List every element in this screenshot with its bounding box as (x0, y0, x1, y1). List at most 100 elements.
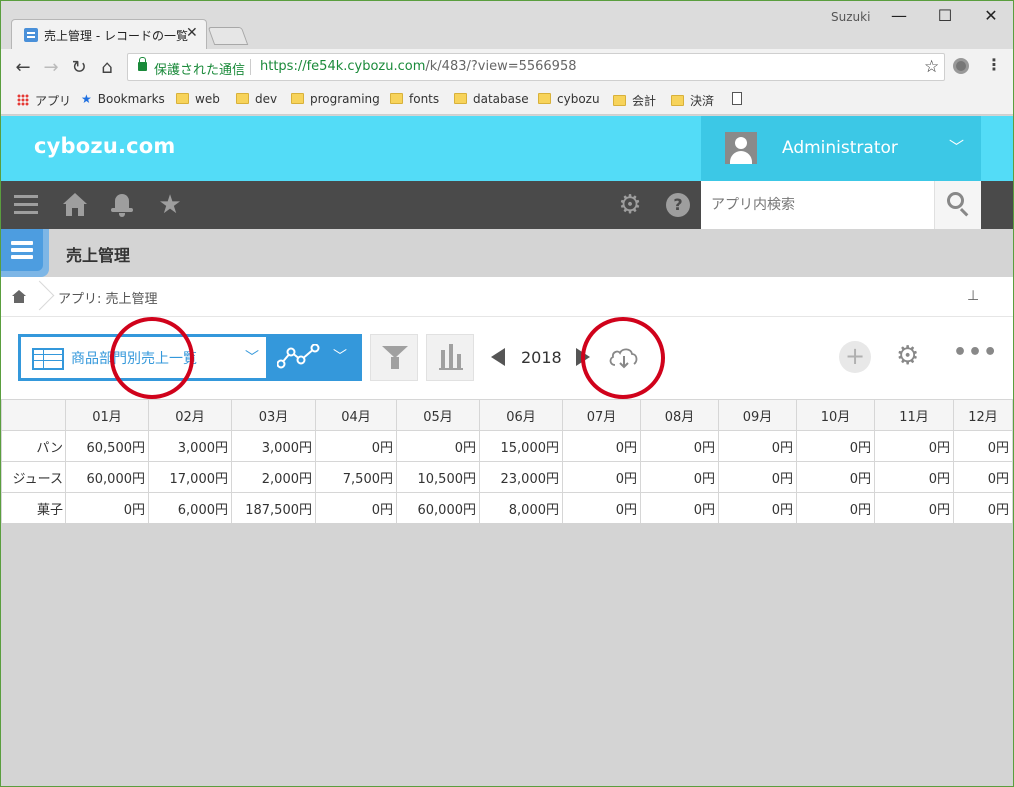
bookmark-bookmarks[interactable]: ★ Bookmarks (81, 92, 165, 106)
forward-icon[interactable]: → (41, 57, 61, 78)
settings-gear-icon[interactable]: ⚙ (616, 191, 644, 219)
table-cell[interactable]: 0円 (640, 430, 719, 462)
table-cell[interactable]: 187,500円 (231, 492, 316, 524)
table-cell[interactable]: 15,000円 (479, 430, 563, 462)
table-cell[interactable]: 0円 (640, 492, 719, 524)
breadcrumb-app-link[interactable]: アプリ: 売上管理 (58, 288, 158, 307)
table-cell[interactable]: 6,000円 (148, 492, 232, 524)
search-button[interactable] (934, 181, 981, 229)
user-menu[interactable]: Administrator ﹀ (701, 116, 981, 181)
table-cell[interactable]: 0円 (315, 430, 397, 462)
view-selector[interactable]: 商品部門別売上一覧 ﹀ (18, 334, 269, 381)
new-tab-button[interactable] (207, 27, 249, 45)
table-cell[interactable]: 3,000円 (148, 430, 232, 462)
reload-icon[interactable]: ↻ (69, 57, 89, 78)
bookmark-folder-fonts[interactable]: fonts (390, 92, 439, 106)
table-cell[interactable]: 17,000円 (148, 461, 232, 493)
table-cell[interactable]: 0円 (953, 461, 1013, 493)
help-icon[interactable]: ? (664, 191, 692, 219)
notification-bell-icon[interactable] (108, 191, 136, 219)
add-record-button[interactable]: + (839, 341, 871, 373)
month-header: 02月 (148, 399, 232, 431)
home-icon[interactable]: ⌂ (97, 57, 117, 78)
next-year-icon[interactable] (576, 348, 590, 366)
bar-chart-icon (439, 368, 463, 370)
cybozu-logo[interactable]: cybozu.com (34, 134, 176, 158)
table-cell[interactable]: 0円 (562, 492, 641, 524)
folder-icon (538, 93, 551, 104)
table-cell[interactable]: 0円 (874, 492, 954, 524)
corner-header (1, 399, 66, 431)
table-cell[interactable]: 0円 (796, 492, 875, 524)
app-settings-gear-icon[interactable]: ⚙ (896, 341, 919, 371)
maximize-icon[interactable]: ☐ (931, 6, 959, 25)
bookmark-folder-web[interactable]: web (176, 92, 220, 106)
table-cell[interactable]: 0円 (796, 461, 875, 493)
bookmark-page[interactable] (732, 92, 742, 106)
bookmark-apps[interactable]: アプリ (17, 92, 71, 109)
app-search-input[interactable] (701, 181, 934, 229)
bookmark-folder-database[interactable]: database (454, 92, 529, 106)
back-icon[interactable]: ← (13, 57, 33, 78)
sales-table: 01月 02月 03月 04月 05月 06月 07月 08月 09月 10月 11月 12月 パン 6… (1, 399, 1013, 524)
pin-icon[interactable]: ⊥ (967, 288, 979, 304)
table-cell[interactable]: 8,000円 (479, 492, 563, 524)
filter-button[interactable] (370, 334, 418, 381)
graph-button[interactable] (426, 334, 474, 381)
table-cell[interactable]: 60,000円 (396, 492, 480, 524)
graph-selector[interactable]: ﹀ (269, 334, 362, 381)
bookmark-folder-payment[interactable]: 決済 (671, 92, 714, 109)
bookmark-label: Bookmarks (97, 92, 165, 106)
extension-icon[interactable] (953, 58, 969, 74)
home-icon[interactable] (61, 191, 89, 219)
browser-menu-icon[interactable]: ⋮ (986, 55, 1002, 74)
more-options-icon[interactable]: ••• (953, 340, 998, 365)
table-cell[interactable]: 23,000円 (479, 461, 563, 493)
app-title: 売上管理 (66, 246, 131, 265)
minimize-icon[interactable]: — (885, 6, 913, 25)
chevron-down-icon: ﹀ (949, 138, 965, 156)
breadcrumb-home-icon[interactable] (12, 290, 26, 303)
table-cell[interactable]: 10,500円 (396, 461, 480, 493)
table-cell[interactable]: 0円 (718, 492, 797, 524)
table-cell[interactable]: 0円 (315, 492, 397, 524)
table-cell[interactable]: 0円 (874, 430, 954, 462)
table-cell[interactable]: 2,000円 (231, 461, 316, 493)
table-cell[interactable]: 0円 (396, 430, 480, 462)
cloud-download-icon[interactable] (607, 345, 641, 371)
bookmark-label: アプリ (35, 94, 72, 108)
breadcrumb: アプリ: 売上管理 ⊥ (1, 277, 1013, 317)
table-cell[interactable]: 60,500円 (65, 430, 149, 462)
table-cell[interactable]: 0円 (65, 492, 149, 524)
address-bar[interactable]: 保護された通信 https://fe54k.cybozu.com/k/483/?… (127, 53, 945, 81)
table-cell[interactable]: 60,000円 (65, 461, 149, 493)
bookmark-folder-accounting[interactable]: 会計 (613, 92, 656, 109)
table-cell[interactable]: 0円 (953, 430, 1013, 462)
apps-grid-icon (17, 94, 29, 106)
table-cell[interactable]: 3,000円 (231, 430, 316, 462)
table-cell[interactable]: 0円 (562, 430, 641, 462)
table-cell[interactable]: 0円 (953, 492, 1013, 524)
lock-icon (138, 57, 147, 71)
browser-window: 売上管理 - レコードの一覧 ✕ Suzuki — ☐ ✕ ← → ↻ ⌂ 保護… (0, 0, 1014, 787)
bookmark-folder-programing[interactable]: programing (291, 92, 380, 106)
table-cell[interactable]: 0円 (796, 430, 875, 462)
bookmark-star-icon[interactable]: ☆ (924, 57, 939, 77)
menu-icon[interactable] (12, 191, 40, 219)
table-cell[interactable]: 0円 (874, 461, 954, 493)
browser-tab[interactable]: 売上管理 - レコードの一覧 ✕ (11, 19, 207, 49)
table-cell[interactable]: 0円 (718, 430, 797, 462)
table-cell[interactable]: 7,500円 (315, 461, 397, 493)
bookmark-folder-cybozu[interactable]: cybozu (538, 92, 600, 106)
close-window-icon[interactable]: ✕ (977, 6, 1005, 25)
tab-close-icon[interactable]: ✕ (186, 25, 198, 41)
browser-profile-name[interactable]: Suzuki (831, 10, 870, 24)
table-cell[interactable]: 0円 (640, 461, 719, 493)
browser-toolbar: ← → ↻ ⌂ 保護された通信 https://fe54k.cybozu.com… (1, 49, 1013, 85)
bookmark-folder-dev[interactable]: dev (236, 92, 277, 106)
favorites-star-icon[interactable]: ★ (156, 191, 184, 219)
table-cell[interactable]: 0円 (718, 461, 797, 493)
table-cell[interactable]: 0円 (562, 461, 641, 493)
app-search-field[interactable] (701, 181, 934, 229)
prev-year-icon[interactable] (491, 348, 505, 366)
